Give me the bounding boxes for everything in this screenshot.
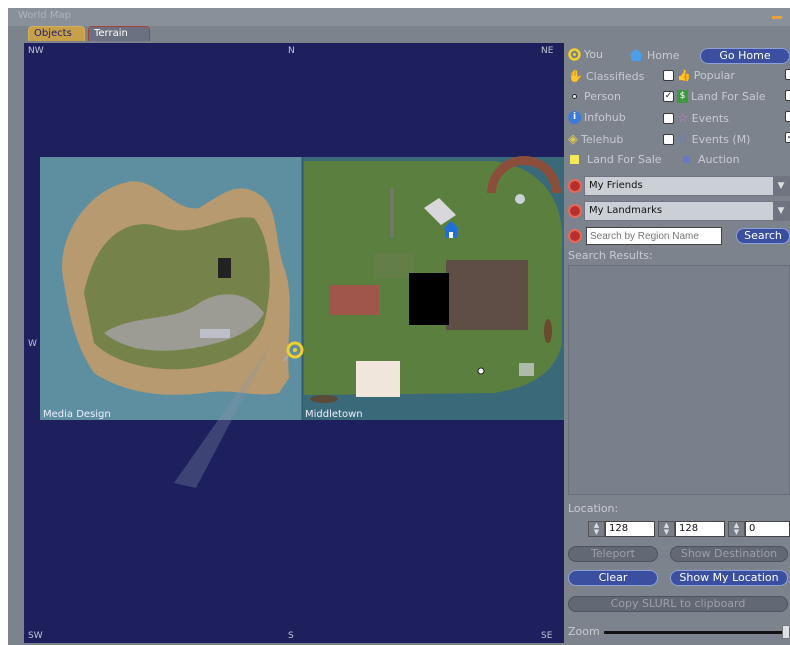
world-map-canvas[interactable]: NW N NE W E SW S SE <box>24 43 564 643</box>
landmarks-combo-value: My Landmarks <box>589 205 663 216</box>
legend-events-label: Events <box>691 112 729 125</box>
chevron-down-icon[interactable]: ▼ <box>773 177 789 195</box>
window-title: World Map <box>18 10 71 21</box>
thumbs-up-icon: 👍 <box>677 69 691 82</box>
extra-checkbox-3[interactable] <box>785 111 790 122</box>
events-m-checkbox[interactable] <box>663 134 674 145</box>
person-icon <box>572 94 577 99</box>
dollar-icon: $ <box>677 90 688 103</box>
legend-telehub: ◈ Telehub <box>568 132 623 147</box>
location-z-spinner[interactable]: ▲ ▼ <box>728 521 745 537</box>
legend-classifieds-label: Classifieds <box>585 69 645 83</box>
chevron-down-icon[interactable]: ▼ <box>773 202 789 220</box>
popular-checkbox[interactable] <box>663 70 674 81</box>
legend-extra-3 <box>785 111 790 122</box>
search-results-label: Search Results: <box>568 249 653 262</box>
location-x-spinner[interactable]: ▲ ▼ <box>588 521 605 537</box>
location-z-input[interactable]: 0 <box>745 521 790 537</box>
world-map-window: World Map Objects Terrain NW N NE W E SW… <box>8 8 790 645</box>
you-icon <box>568 48 581 61</box>
legend-telehub-label: Telehub <box>581 133 624 146</box>
legend-infohub-label: Infohub <box>584 111 626 124</box>
legend-land-for-sale-key: Land For Sale <box>570 153 662 166</box>
zoom-slider-track[interactable] <box>604 631 784 634</box>
search-region-input[interactable] <box>586 227 722 245</box>
telehub-icon: ◈ <box>568 132 578 147</box>
location-y-input[interactable]: 128 <box>675 521 725 537</box>
legend-extra-4: ✓ <box>785 132 790 143</box>
region-tile-media-design <box>40 157 302 488</box>
legend-person: Person <box>568 90 621 103</box>
legend-classifieds: ✋ Classifieds <box>568 69 644 83</box>
tab-terrain-label: Terrain <box>94 28 128 39</box>
region-label-middletown: Middletown <box>305 409 363 420</box>
legend-extra-1 <box>785 69 790 80</box>
friends-locate-button[interactable] <box>568 179 582 193</box>
tab-terrain[interactable]: Terrain <box>88 26 150 41</box>
events-star-icon: ☆ <box>677 111 689 126</box>
search-locate-button[interactable] <box>568 229 582 243</box>
zoom-slider-handle[interactable] <box>782 625 790 639</box>
location-label: Location: <box>568 502 619 515</box>
teleport-button[interactable]: Teleport <box>568 546 658 562</box>
legend-events: ☆ Events <box>663 111 729 126</box>
classifieds-icon: ✋ <box>568 69 583 83</box>
auction-square-icon <box>683 156 690 163</box>
legend-popular-label: Popular <box>693 69 735 82</box>
legend-person-label: Person <box>584 90 621 103</box>
search-results-list[interactable] <box>568 265 790 495</box>
landmarks-combo[interactable]: My Landmarks ▼ <box>584 201 790 221</box>
legend-you: You <box>568 48 603 61</box>
events-checkbox[interactable] <box>663 113 674 124</box>
legend-home: Home <box>628 48 679 62</box>
search-button[interactable]: Search <box>736 228 790 244</box>
extra-checkbox-2[interactable] <box>785 90 790 101</box>
map-sidebar: You Home Go Home ✋ Classifieds 👍 Popular… <box>566 43 790 645</box>
legend-auction: Auction <box>683 153 740 166</box>
media-design-building <box>218 258 231 278</box>
region-tile-middletown <box>302 156 564 420</box>
region-label-media-design: Media Design <box>43 409 111 420</box>
location-y-spinner[interactable]: ▲ ▼ <box>658 521 675 537</box>
go-home-button[interactable]: Go Home <box>700 48 790 64</box>
legend-infohub: i Infohub <box>568 111 626 124</box>
friends-combo[interactable]: My Friends ▼ <box>584 176 790 196</box>
legend-events-m: ☆ Events (M) <box>663 132 750 147</box>
friends-combo-value: My Friends <box>589 180 643 191</box>
legend-home-label: Home <box>647 48 680 62</box>
legend-land-for-sale-label: Land For Sale <box>691 90 766 103</box>
legend-events-m-label: Events (M) <box>691 133 751 146</box>
location-x-input[interactable]: 128 <box>605 521 655 537</box>
show-my-location-button[interactable]: Show My Location <box>670 570 788 586</box>
events-m-star-icon: ☆ <box>677 132 689 147</box>
clear-button[interactable]: Clear <box>568 570 658 586</box>
tab-objects-label: Objects <box>34 28 72 39</box>
extra-checkbox-4[interactable]: ✓ <box>785 132 790 143</box>
extra-checkbox-1[interactable] <box>785 69 790 80</box>
map-tiles <box>40 156 564 488</box>
land-for-sale-checkbox[interactable]: ✓ <box>663 91 674 102</box>
legend-land-for-sale: ✓ $ Land For Sale <box>663 90 766 103</box>
show-destination-button[interactable]: Show Destination <box>670 546 788 562</box>
minimize-button[interactable] <box>772 16 782 19</box>
legend-you-label: You <box>584 48 603 61</box>
legend-popular: 👍 Popular <box>663 69 735 82</box>
land-sale-square-icon <box>570 155 579 164</box>
tab-objects[interactable]: Objects <box>28 26 85 41</box>
copy-slurl-button[interactable]: Copy SLURL to clipboard <box>568 596 788 612</box>
legend-auction-label: Auction <box>698 153 740 166</box>
home-legend-icon <box>629 49 643 61</box>
legend-extra-2 <box>785 90 790 101</box>
landmarks-locate-button[interactable] <box>568 204 582 218</box>
zoom-label: Zoom <box>568 625 600 638</box>
title-bar[interactable]: World Map <box>8 8 790 26</box>
legend-land-for-sale-key-label: Land For Sale <box>587 153 662 166</box>
info-icon: i <box>568 111 581 124</box>
